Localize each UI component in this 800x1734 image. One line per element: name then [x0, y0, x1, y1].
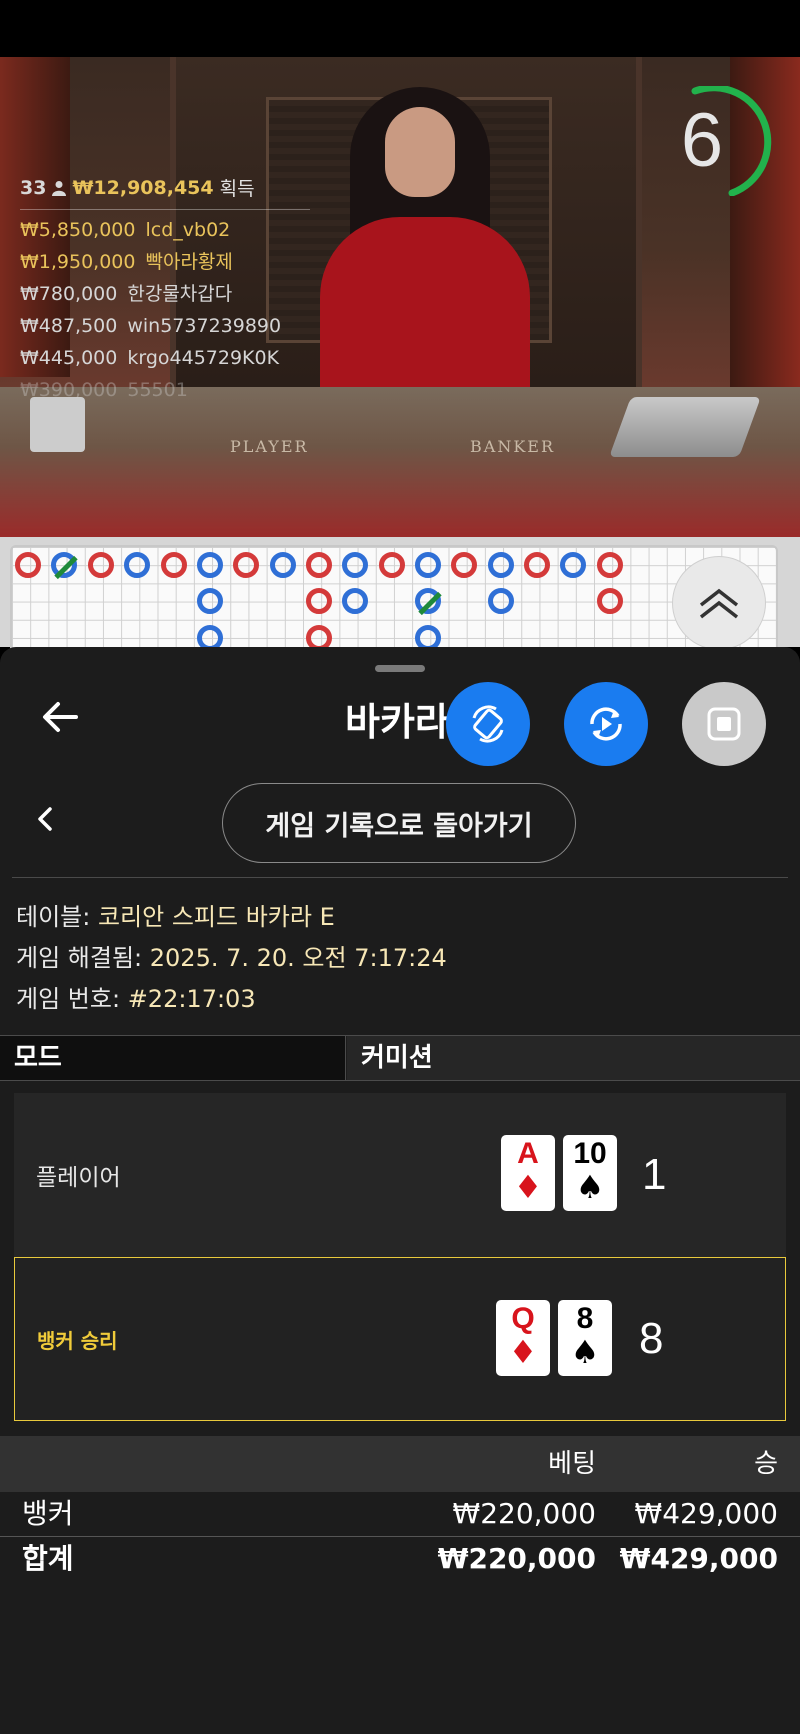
playing-card: Q ♦ [496, 1300, 550, 1376]
banker-score: 8 [639, 1314, 664, 1363]
bead-player [488, 552, 514, 578]
game-table: PLAYER BANKER [0, 387, 800, 537]
winner-row: ₩5,850,000 lcd_vb02 [20, 219, 231, 241]
winners-count: 33 [20, 176, 47, 199]
bets-table: 베팅 승 뱅커 ₩220,000 ₩429,000 합계 ₩220,000 ₩4… [0, 1436, 800, 1581]
countdown-timer: 6 [662, 86, 772, 196]
banker-label: 뱅커 승리 [37, 1328, 118, 1353]
winner-row: ₩487,500 win5737239890 [20, 315, 282, 337]
info-table: 테이블: 코리안 스피드 바카라 E [16, 903, 335, 931]
bead-player [197, 552, 223, 578]
status-bar [0, 0, 800, 57]
bead-player [124, 552, 150, 578]
chevron-left-icon [38, 807, 52, 831]
mode-row: 모드 커미션 [0, 1035, 800, 1081]
bead-player [342, 588, 368, 614]
bead-banker [379, 552, 405, 578]
win-column-header: 승 [754, 1449, 778, 1479]
table-name: 코리안 스피드 바카라 E [97, 903, 335, 931]
info-game-number: 게임 번호: #22:17:03 [16, 985, 256, 1013]
back-to-history-button[interactable]: 게임 기록으로 돌아가기 [222, 783, 576, 863]
playing-card: 8 ♠ [558, 1300, 612, 1376]
table-row-total: 합계 ₩220,000 ₩429,000 [22, 1542, 778, 1575]
winner-row: ₩1,950,000 빡아라황제 [20, 251, 233, 273]
bead-player [488, 588, 514, 614]
bead-banker [88, 552, 114, 578]
winner-row: ₩390,000 55501 [20, 379, 188, 401]
rotate-screen-button[interactable] [446, 682, 530, 766]
bead-banker [15, 552, 41, 578]
game-number: #22:17:03 [127, 985, 256, 1013]
bead-player [342, 552, 368, 578]
divider [12, 877, 788, 878]
bead-player [197, 588, 223, 614]
winners-total: ₩12,908,454 [72, 176, 214, 199]
bets-header: 베팅 승 [0, 1436, 800, 1492]
rotate-screen-icon [472, 705, 504, 743]
bead-banker [597, 588, 623, 614]
bead-player [415, 552, 441, 578]
timer-value: 6 [680, 98, 724, 183]
resolved-time: 2025. 7. 20. 오전 7:17:24 [149, 944, 447, 972]
bead-banker [524, 552, 550, 578]
bead-banker [451, 552, 477, 578]
table-label-banker: BANKER [470, 437, 555, 456]
player-hand: 플레이어 A ♦ 10 ♠ 1 [14, 1093, 786, 1257]
bead-player [560, 552, 586, 578]
info-resolved: 게임 해결됨: 2025. 7. 20. 오전 7:17:24 [16, 944, 447, 972]
bead-player-tie [51, 552, 78, 580]
banker-hand: 뱅커 승리 Q ♦ 8 ♠ 8 [14, 1257, 786, 1421]
double-chevron-up-icon [699, 588, 739, 619]
winners-header: 33 ₩12,908,454 획득 [20, 174, 310, 210]
back-button[interactable] [38, 695, 82, 739]
card-shoe [609, 397, 761, 457]
stop-button[interactable] [682, 682, 766, 766]
winner-row: ₩780,000 한강물차갑다 [20, 283, 233, 305]
player-label: 플레이어 [36, 1165, 121, 1191]
stop-icon [707, 707, 741, 741]
replay-button[interactable] [564, 682, 648, 766]
bead-player-tie [415, 588, 442, 616]
winners-list: 33 ₩12,908,454 획득 ₩5,850,000 lcd_vb02 ₩1,… [20, 174, 320, 406]
previous-round-button[interactable] [32, 799, 58, 839]
replay-icon [590, 707, 622, 741]
playing-card: A ♦ [501, 1135, 555, 1211]
bead-banker [597, 552, 623, 578]
bet-column-header: 베팅 [548, 1449, 596, 1479]
sheet-drag-handle[interactable] [375, 665, 425, 672]
expand-roadmap-button[interactable] [672, 556, 766, 650]
back-arrow-icon [43, 702, 78, 732]
game-history-sheet: 바카라 게임 기록으로 돌아가기 테이블: 코리안 스피드 바카라 E 게임 해… [0, 647, 800, 1734]
table-label-player: PLAYER [230, 437, 309, 456]
live-video: PLAYER BANKER 33 ₩12,908,454 획득 ₩5,850,0… [0, 57, 800, 537]
user-icon [52, 180, 67, 196]
player-score: 1 [642, 1150, 667, 1199]
sheet-title: 바카라 [345, 700, 450, 744]
bead-banker [306, 588, 332, 614]
bead-banker [161, 552, 187, 578]
mode-value: 커미션 [347, 1036, 800, 1080]
bead-banker [233, 552, 259, 578]
bead-banker [306, 552, 332, 578]
mode-label: 모드 [0, 1036, 346, 1080]
winner-row: ₩445,000 krgo445729K0K [20, 347, 280, 369]
bead-player [270, 552, 296, 578]
table-row: 뱅커 ₩220,000 ₩429,000 [0, 1492, 800, 1537]
winners-suffix: 획득 [219, 178, 255, 200]
playing-card: 10 ♠ [563, 1135, 617, 1211]
